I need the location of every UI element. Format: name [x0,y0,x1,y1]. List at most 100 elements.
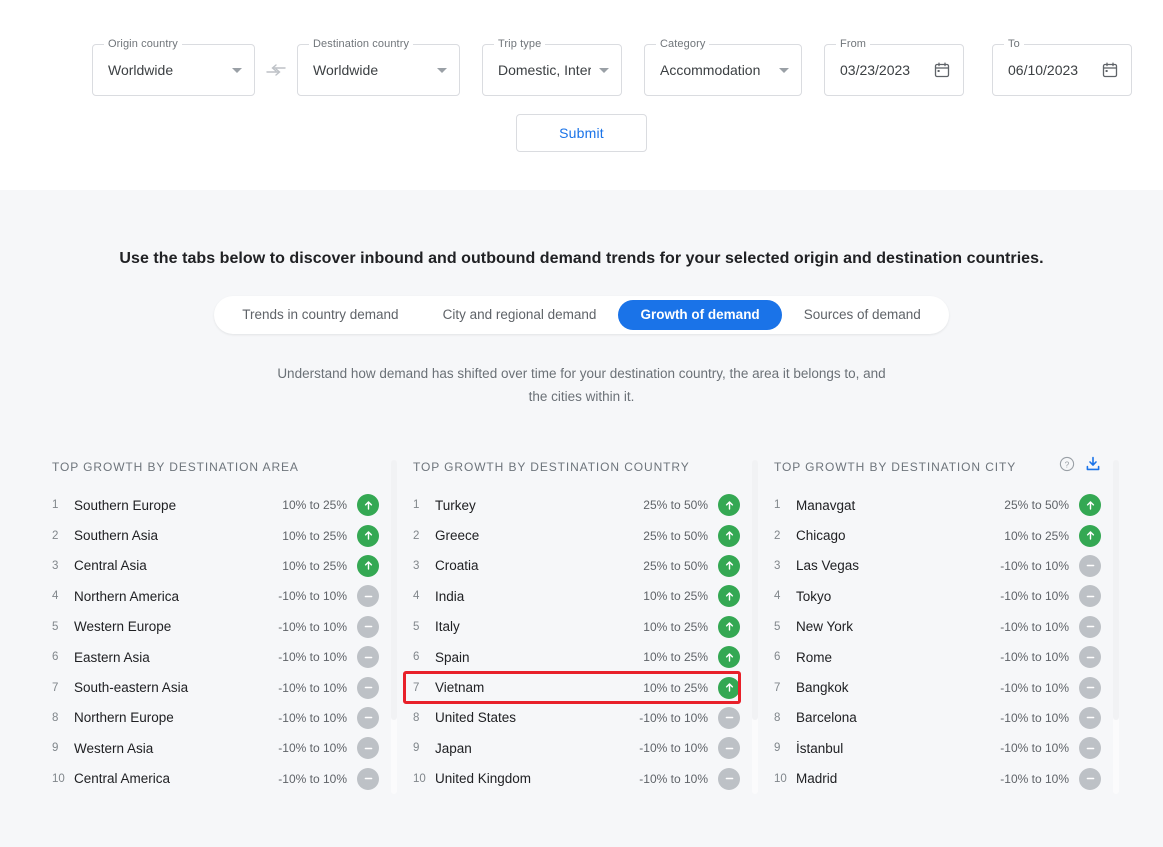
row-growth-range: 25% to 50% [643,559,708,573]
table-row[interactable]: 4Northern America-10% to 10% [40,581,401,611]
row-rank: 1 [774,499,796,511]
row-name: India [435,589,643,604]
row-name: Central Asia [74,558,282,573]
table-row[interactable]: 10Madrid-10% to 10% [762,764,1123,794]
table-row[interactable]: 1Southern Europe10% to 25% [40,490,401,520]
row-name: Western Asia [74,741,278,756]
row-name: Western Europe [74,619,278,634]
trip-type-select[interactable]: Trip type Domestic, Interna... [482,44,622,96]
arrows-exchange-icon [263,44,289,96]
table-row[interactable]: 9Japan-10% to 10% [401,733,762,763]
row-name: Manavgat [796,498,1004,513]
row-growth-range: -10% to 10% [278,772,347,786]
table-row[interactable]: 5Western Europe-10% to 10% [40,612,401,642]
trend-flat-icon [1079,646,1101,668]
category-label: Category [656,37,709,51]
table-row[interactable]: 6Rome-10% to 10% [762,642,1123,672]
table-row[interactable]: 4India10% to 25% [401,581,762,611]
table-row[interactable]: 2Greece25% to 50% [401,520,762,550]
table-row[interactable]: 6Eastern Asia-10% to 10% [40,642,401,672]
row-rank: 4 [52,590,74,602]
table-row[interactable]: 8United States-10% to 10% [401,703,762,733]
row-name: Central America [74,771,278,786]
tab-city-and-regional-demand[interactable]: City and regional demand [421,300,619,330]
table-row[interactable]: 1Turkey25% to 50% [401,490,762,520]
table-row[interactable]: 5New York-10% to 10% [762,612,1123,642]
table-row[interactable]: 5Italy10% to 25% [401,612,762,642]
row-rank: 6 [413,651,435,663]
row-rank: 3 [52,560,74,572]
tab-trends-in-country-demand[interactable]: Trends in country demand [220,300,420,330]
row-rank: 2 [52,530,74,542]
table-row[interactable]: 8Northern Europe-10% to 10% [40,703,401,733]
table-row[interactable]: 7Bangkok-10% to 10% [762,672,1123,702]
scrollbar-thumb[interactable] [1113,460,1119,720]
row-rank: 9 [774,742,796,754]
row-growth-range: -10% to 10% [639,772,708,786]
row-rank: 6 [774,651,796,663]
growth-columns: TOP GROWTH BY DESTINATION AREA 1Southern… [40,460,1123,794]
table-row[interactable]: 9İstanbul-10% to 10% [762,733,1123,763]
table-row[interactable]: 2Chicago10% to 25% [762,520,1123,550]
chevron-down-icon [599,68,609,73]
calendar-icon[interactable] [1101,61,1119,79]
row-name: Tokyo [796,589,1000,604]
tab-sources-of-demand[interactable]: Sources of demand [782,300,943,330]
table-row[interactable]: 10United Kingdom-10% to 10% [401,764,762,794]
table-row[interactable]: 7South-eastern Asia-10% to 10% [40,672,401,702]
trend-flat-icon [718,768,740,790]
trend-up-icon [357,525,379,547]
table-row[interactable]: 4Tokyo-10% to 10% [762,581,1123,611]
table-row[interactable]: 3Las Vegas-10% to 10% [762,551,1123,581]
destination-country-value: Worldwide [313,62,429,78]
column-title: TOP GROWTH BY DESTINATION CITY [762,460,1123,490]
row-growth-range: -10% to 10% [278,711,347,725]
growth-panel: ? TOP GROWTH BY DESTINATION AREA 1Southe… [0,460,1163,794]
table-row[interactable]: 3Central Asia10% to 25% [40,551,401,581]
table-row[interactable]: 7Vietnam10% to 25% [401,672,762,702]
tab-growth-of-demand[interactable]: Growth of demand [618,300,781,330]
column-title: TOP GROWTH BY DESTINATION COUNTRY [401,460,762,490]
table-row[interactable]: 8Barcelona-10% to 10% [762,703,1123,733]
row-growth-range: 10% to 25% [643,650,708,664]
trend-up-icon [1079,494,1101,516]
row-rank: 2 [774,530,796,542]
trend-flat-icon [1079,737,1101,759]
row-name: Northern Europe [74,710,278,725]
row-growth-range: 25% to 50% [643,498,708,512]
table-row[interactable]: 3Croatia25% to 50% [401,551,762,581]
row-name: Greece [435,528,643,543]
chevron-down-icon [779,68,789,73]
from-date-field[interactable]: From 03/23/2023 [824,44,964,96]
trend-flat-icon [357,616,379,638]
origin-country-select[interactable]: Origin country Worldwide [92,44,255,96]
submit-row: Submit [0,114,1163,152]
trend-flat-icon [1079,555,1101,577]
scrollbar-thumb[interactable] [391,460,397,720]
table-row[interactable]: 2Southern Asia10% to 25% [40,520,401,550]
destination-country-select[interactable]: Destination country Worldwide [297,44,460,96]
row-rank: 8 [774,712,796,724]
column-destination-area: TOP GROWTH BY DESTINATION AREA 1Southern… [40,460,401,794]
row-name: Turkey [435,498,643,513]
intro-text: Use the tabs below to discover inbound a… [0,190,1163,268]
row-name: İstanbul [796,741,1000,756]
category-select[interactable]: Category Accommodation [644,44,802,96]
scrollbar-destination-country[interactable] [752,460,758,794]
trend-flat-icon [1079,707,1101,729]
from-date-value: 03/23/2023 [840,62,929,78]
table-row[interactable]: 6Spain10% to 25% [401,642,762,672]
submit-button[interactable]: Submit [516,114,647,152]
row-name: Las Vegas [796,558,1000,573]
table-row[interactable]: 10Central America-10% to 10% [40,764,401,794]
trend-up-icon [357,555,379,577]
scrollbar-destination-area[interactable] [391,460,397,794]
to-date-field[interactable]: To 06/10/2023 [992,44,1132,96]
row-growth-range: -10% to 10% [639,711,708,725]
scrollbar-destination-city[interactable] [1113,460,1119,794]
calendar-icon[interactable] [933,61,951,79]
table-row[interactable]: 9Western Asia-10% to 10% [40,733,401,763]
table-row[interactable]: 1Manavgat25% to 50% [762,490,1123,520]
scrollbar-thumb[interactable] [752,460,758,720]
chevron-down-icon [437,68,447,73]
